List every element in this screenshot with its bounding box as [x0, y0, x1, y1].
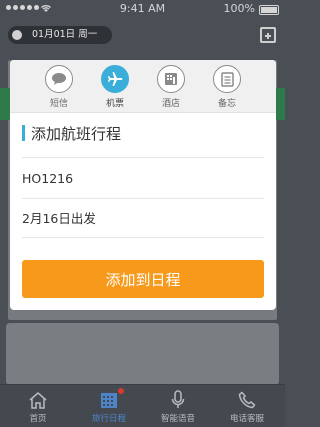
current-date: 01月01日 周一: [32, 29, 98, 40]
date-selector[interactable]: 01月01日 周一: [8, 26, 112, 44]
tab-flight[interactable]: 机票: [91, 65, 139, 109]
calendar-grid-icon: [79, 389, 139, 411]
background-green-marker-right: [275, 88, 285, 120]
chat-bubble-icon: [45, 65, 73, 93]
tab-memo[interactable]: 备忘: [203, 65, 251, 109]
title-accent-bar: [22, 125, 25, 141]
nav-voice[interactable]: 智能语音: [148, 389, 208, 424]
departure-date-field[interactable]: 2月16日出发: [22, 208, 96, 227]
battery-percentage: 100%: [223, 2, 255, 15]
battery-icon: [259, 5, 279, 15]
nav-itinerary-label: 旅行日程: [91, 414, 126, 424]
tab-hotel-label: 酒店: [161, 99, 180, 109]
nav-home[interactable]: 首页: [8, 389, 68, 424]
airplane-icon: [101, 65, 129, 93]
notification-badge: [118, 388, 124, 394]
tab-flight-label: 机票: [105, 99, 124, 109]
memo-icon: [213, 65, 241, 93]
modal-title: 添加航班行程: [22, 124, 122, 143]
hotel-building-icon: [157, 65, 185, 93]
nav-support-label: 电话客服: [229, 414, 264, 424]
status-bar: 9:41 AM 100%: [0, 0, 285, 18]
home-icon: [8, 389, 68, 411]
tab-sms[interactable]: 短信: [35, 65, 83, 109]
tab-hotel[interactable]: 酒店: [147, 65, 195, 109]
background-green-marker-left: [0, 88, 10, 120]
nav-voice-label: 智能语音: [160, 414, 195, 424]
tab-sms-label: 短信: [49, 99, 68, 109]
add-to-schedule-button[interactable]: 添加到日程: [22, 260, 264, 298]
date-dot-icon: [12, 30, 22, 40]
divider: [22, 198, 264, 199]
flight-number-field[interactable]: HO1216: [22, 171, 73, 186]
nav-home-label: 首页: [29, 414, 47, 424]
phone-icon: [217, 389, 277, 411]
nav-support[interactable]: 电话客服: [217, 389, 277, 424]
add-schedule-icon[interactable]: [260, 27, 276, 43]
bottom-navigation: 首页 旅行日程 智能语音 电话客服: [0, 384, 285, 427]
itinerary-type-tabs: 短信 机票 酒店 备忘: [10, 60, 276, 113]
modal-title-text: 添加航班行程: [31, 124, 122, 143]
nav-itinerary[interactable]: 旅行日程: [79, 388, 139, 424]
tab-memo-label: 备忘: [217, 99, 236, 109]
microphone-icon: [148, 389, 208, 411]
background-schedule-card-secondary: [6, 323, 279, 385]
add-itinerary-modal: 短信 机票 酒店 备忘 添加航班行程 HO1216 2月16日出发 添加到日程: [10, 60, 276, 310]
divider: [22, 237, 264, 238]
divider: [22, 157, 264, 158]
